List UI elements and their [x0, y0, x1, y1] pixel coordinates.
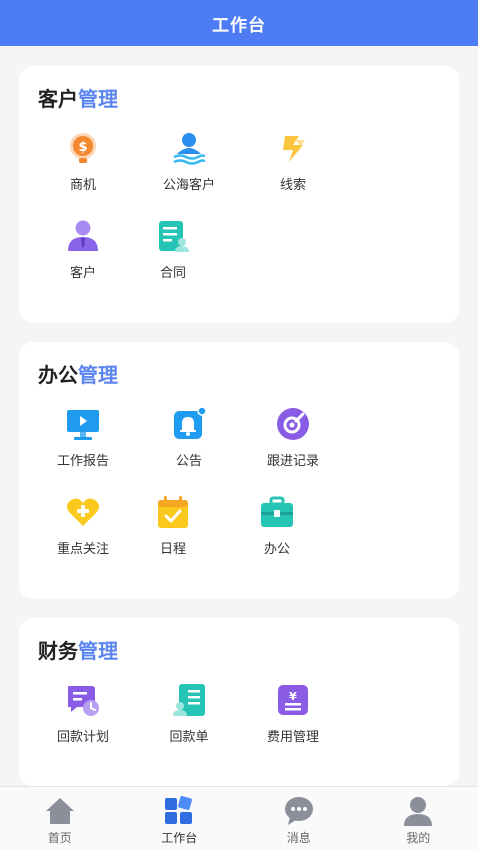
lightning-icon: [275, 130, 311, 166]
menu-item-office[interactable]: 办公: [231, 494, 323, 557]
menu-item-contracts[interactable]: 合同: [127, 218, 219, 281]
home-icon: [44, 795, 76, 827]
profile-icon: [402, 795, 434, 827]
expense-icon: ¥: [275, 682, 311, 718]
calendar-icon: [155, 494, 191, 530]
tab-messages[interactable]: 消息: [239, 787, 359, 850]
payment-plan-icon: [65, 682, 101, 718]
main-content[interactable]: 客户管理 $ 商机 公海客户 线索 客户 合同 办公管理 工作报告 公告 跟进记…: [0, 46, 478, 786]
monitor-icon: [65, 406, 101, 442]
section-title: 办公管理: [38, 365, 118, 387]
menu-item-payment-receipt[interactable]: 回款单: [143, 682, 235, 745]
app-header: 工作台: [0, 0, 478, 46]
tab-workbench[interactable]: 工作台: [120, 787, 240, 850]
page-title: 工作台: [212, 15, 266, 35]
menu-item-key-focus[interactable]: 重点关注: [37, 494, 129, 557]
section-finance-management: 财务管理 回款计划 回款单 ¥ 费用管理: [19, 618, 459, 786]
menu-item-announcement[interactable]: 公告: [143, 406, 235, 469]
menu-item-payment-plan[interactable]: 回款计划: [37, 682, 129, 745]
menu-item-expense-management[interactable]: ¥ 费用管理: [247, 682, 339, 745]
public-customer-icon: [171, 130, 207, 166]
section-office-management: 办公管理 工作报告 公告 跟进记录 重点关注 日程 办公: [19, 342, 459, 599]
menu-item-customers[interactable]: 客户: [37, 218, 129, 281]
menu-item-follow-up-records[interactable]: 跟进记录: [247, 406, 339, 469]
menu-item-schedule[interactable]: 日程: [127, 494, 219, 557]
heart-icon: [65, 494, 101, 530]
section-title: 财务管理: [38, 641, 118, 663]
tab-profile[interactable]: 我的: [359, 787, 478, 850]
workbench-icon: [163, 795, 195, 827]
bell-icon: [171, 406, 207, 442]
contract-icon: [155, 218, 191, 254]
menu-item-leads[interactable]: 线索: [247, 130, 339, 193]
section-customer-management: 客户管理 $ 商机 公海客户 线索 客户 合同: [19, 66, 459, 323]
tab-home[interactable]: 首页: [0, 787, 120, 850]
briefcase-icon: [259, 494, 295, 530]
menu-item-public-customers[interactable]: 公海客户: [143, 130, 235, 193]
menu-item-work-report[interactable]: 工作报告: [37, 406, 129, 469]
svg-text:$: $: [78, 140, 87, 155]
follow-up-icon: [275, 406, 311, 442]
bottom-tab-bar: 首页 工作台 消息 我的: [0, 786, 478, 850]
customer-icon: [65, 218, 101, 254]
svg-text:¥: ¥: [289, 690, 297, 703]
menu-item-opportunity[interactable]: $ 商机: [37, 130, 129, 193]
money-bulb-icon: $: [65, 130, 101, 166]
payment-receipt-icon: [171, 682, 207, 718]
message-icon: [283, 795, 315, 827]
section-title: 客户管理: [38, 89, 118, 111]
